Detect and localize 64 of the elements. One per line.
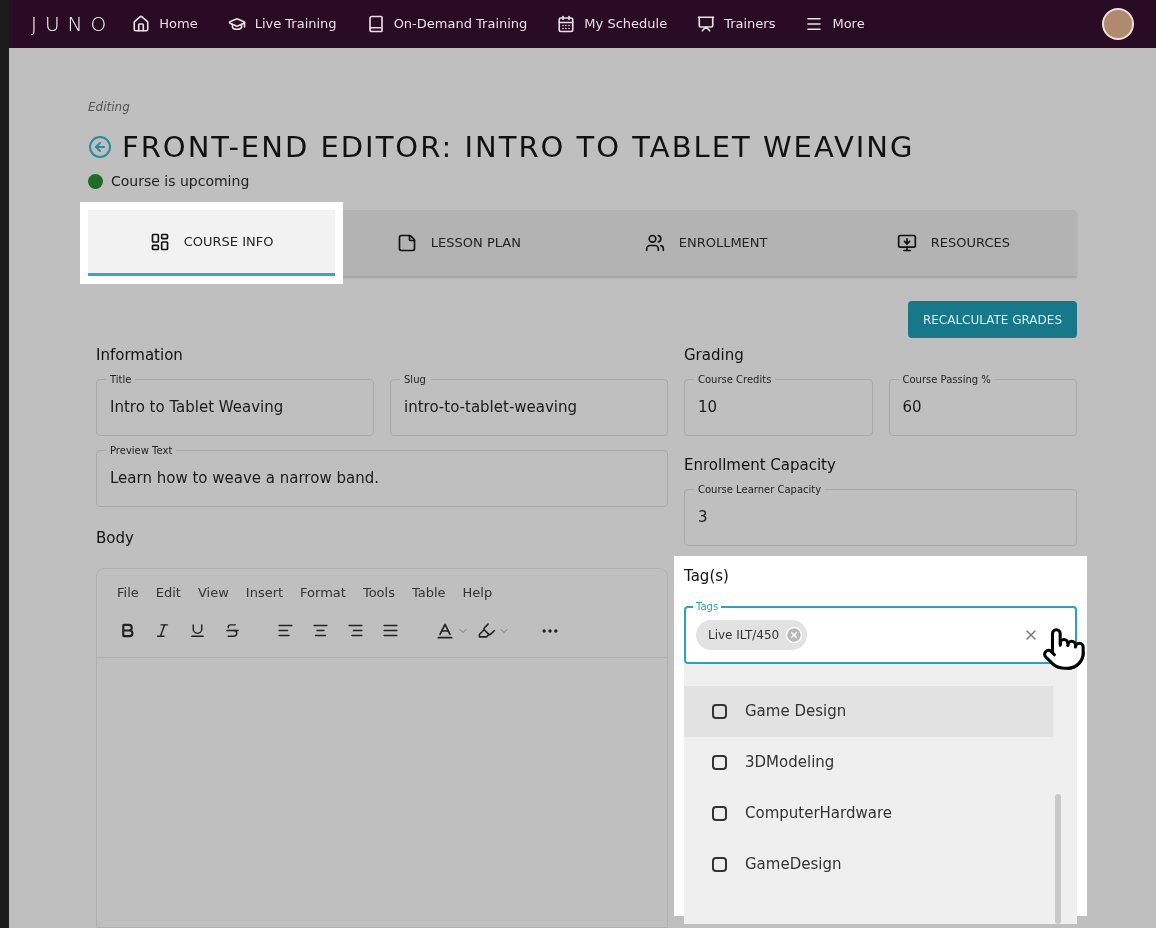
logo[interactable]: JUNO [31,8,115,39]
field-label: Tags [693,599,722,614]
dropdown-option[interactable]: Game Design [684,686,1053,737]
editor-menu-item[interactable]: Edit [155,583,181,603]
field-value: 60 [902,396,922,418]
section-heading: Tag(s) [684,567,729,585]
book-icon [366,14,385,33]
editor-menu-item[interactable]: Format [300,583,346,603]
eyebrow-text: Editing [88,98,131,116]
checkbox[interactable] [712,755,727,770]
nav-link[interactable]: More [805,14,865,34]
recalculate-grades-button[interactable]: RECALCULATE GRADES [907,301,1077,338]
section-heading: Grading [684,345,745,366]
underline-icon[interactable] [189,622,206,639]
section-heading: Body [96,527,135,549]
tab[interactable]: ENROLLMENT [582,210,830,276]
scrollbar-thumb[interactable] [1055,794,1061,924]
field-label: Course Learner Capacity [694,482,826,497]
tab[interactable]: LESSON PLAN [335,210,583,276]
field-value: Intro to Tablet Weaving [110,396,284,418]
field-value: intro-to-tablet-weaving [404,396,578,418]
nav-link[interactable]: Home [132,14,198,34]
home-icon [132,14,151,33]
checkbox[interactable] [712,704,727,719]
field-value: 10 [698,396,718,418]
align-right-icon[interactable] [347,622,364,639]
note-icon [396,233,417,253]
editor-menu-item[interactable]: View [197,583,229,603]
nav-link[interactable]: My Schedule [557,14,668,34]
editor-menu-item[interactable]: Insert [245,583,284,603]
bold-icon[interactable] [119,622,136,639]
nav-link[interactable]: Live Training [227,14,337,34]
editor-menu-item[interactable]: File [117,583,139,603]
checkbox[interactable] [712,806,727,821]
italic-icon[interactable] [154,622,171,639]
highlighter-icon[interactable] [477,621,496,640]
people-icon [644,233,665,253]
field-value: 3 [698,507,708,529]
avatar[interactable] [1102,7,1134,40]
editor-menu-item[interactable]: Help [462,583,493,603]
nav-link[interactable]: Trainers [697,14,776,34]
tab[interactable]: RESOURCES [829,210,1077,276]
page-title: FRONT-END EDITOR: INTRO TO TABLET WEAVING [122,128,915,166]
checkbox[interactable] [712,857,727,872]
align-justify-icon[interactable] [382,622,399,639]
download-icon [896,233,917,253]
strikethrough-icon[interactable] [224,622,241,639]
section-heading: Information [96,345,184,366]
editor-menu-item[interactable]: Tools [362,583,395,603]
section-heading: Enrollment Capacity [684,454,837,476]
calendar-icon [557,14,576,33]
dropdown-option[interactable]: GameDesign [684,839,1053,890]
tag-chip[interactable]: Live ILT/450 [696,620,808,650]
field-value: Learn how to weave a narrow band. [110,467,379,489]
align-left-icon[interactable] [277,622,294,639]
nav-link[interactable]: On-Demand Training [366,14,528,34]
presentation-board-icon [697,14,716,33]
align-center-icon[interactable] [312,622,329,639]
dropdown-option[interactable]: ComputerHardware [684,788,1053,839]
dashboard-icon [149,231,170,252]
dropdown-option[interactable]: 3DModeling [684,737,1053,788]
rich-text-editor[interactable]: File Edit View Insert Format Tools Table Help [96,568,668,928]
editor-menu-item[interactable]: Table [411,583,446,603]
status-text: Course is upcoming [111,172,250,191]
